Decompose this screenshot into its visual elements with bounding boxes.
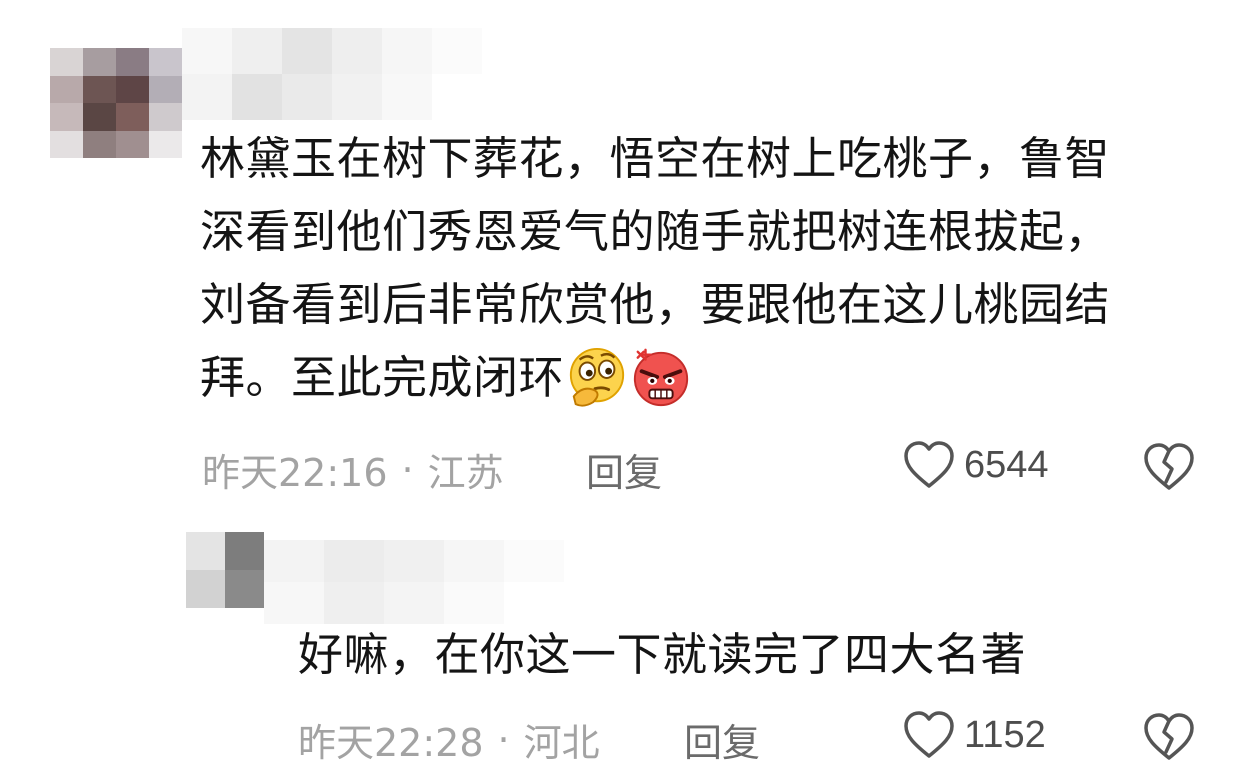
comment-line: 好嘛，在你这一下就读完了四大名著 [298, 628, 1027, 681]
comment-line: 拜。至此完成闭环 [200, 351, 565, 404]
comment-line: 深看到他们秀恩爱气的随手就把树连根拔起， [200, 205, 1111, 258]
username-blurred[interactable] [264, 540, 564, 624]
comment-location: 河北 [523, 721, 600, 765]
angry-face-emoji [633, 348, 689, 407]
comment-meta: 昨天22:16 · 江苏 [202, 442, 504, 497]
avatar[interactable] [186, 532, 264, 608]
avatar[interactable] [50, 48, 182, 158]
comment-meta: 昨天22:28 · 河北 [298, 712, 600, 767]
meta-separator: · [497, 717, 510, 762]
heart-outline-icon [904, 711, 954, 758]
heart-outline-icon [904, 441, 954, 488]
meta-separator: · [401, 447, 414, 492]
comment-location: 江苏 [427, 451, 504, 495]
comment-text: 好嘛，在你这一下就读完了四大名著 [298, 618, 1026, 691]
broken-heart-icon[interactable] [1142, 442, 1196, 492]
like-button[interactable]: 6544 [902, 440, 1049, 490]
like-count: 6544 [964, 443, 1049, 486]
broken-heart-icon[interactable] [1142, 712, 1196, 762]
comment-line: 刘备看到后非常欣赏他，要跟他在这儿桃园结 [200, 278, 1111, 331]
like-button[interactable]: 1152 [902, 710, 1046, 760]
like-count: 1152 [964, 713, 1046, 756]
comment-time: 昨天22:16 [202, 451, 388, 495]
comment-text: 林黛玉在树下葬花，悟空在树上吃桃子，鲁智 深看到他们秀恩爱气的随手就把树连根拔起… [200, 122, 1110, 414]
comment-line: 林黛玉在树下葬花，悟空在树上吃桃子，鲁智 [200, 132, 1111, 185]
reply-button[interactable]: 回复 [684, 712, 760, 767]
username-blurred[interactable] [182, 28, 482, 120]
comment-time: 昨天22:28 [298, 721, 484, 765]
thinking-face-emoji [569, 347, 625, 407]
reply-button[interactable]: 回复 [586, 442, 662, 497]
